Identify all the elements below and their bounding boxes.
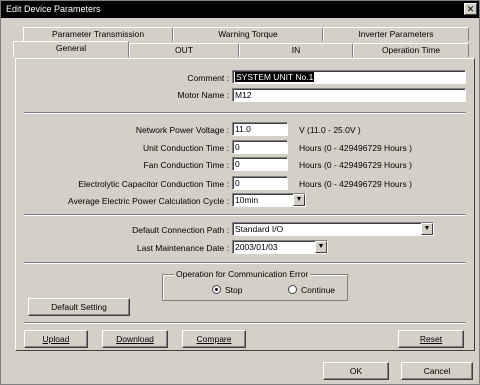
tab-warning-torque[interactable]: Warning Torque bbox=[173, 27, 323, 41]
continue-radio[interactable] bbox=[288, 285, 297, 294]
comment-label: Comment : bbox=[187, 73, 229, 83]
maintenance-date-label: Last Maintenance Date : bbox=[136, 243, 229, 253]
unit-conduction-hint: Hours (0 - 429496729 Hours ) bbox=[299, 143, 412, 153]
avg-power-cycle-value: 10min bbox=[235, 195, 259, 205]
tab-parameter-transmission[interactable]: Parameter Transmission bbox=[23, 27, 173, 41]
fan-conduction-hint: Hours (0 - 429496729 Hours ) bbox=[299, 160, 412, 170]
tab-in[interactable]: IN bbox=[239, 43, 353, 57]
capacitor-conduction-field[interactable]: 0 bbox=[232, 176, 288, 190]
comment-field[interactable]: SYSTEM UNIT No.1 bbox=[232, 70, 466, 84]
network-voltage-label: Network Power Voltage : bbox=[135, 125, 229, 135]
connection-path-value: Standard I/O bbox=[235, 224, 284, 234]
tab-out[interactable]: OUT bbox=[129, 43, 239, 57]
reset-button[interactable]: Reset bbox=[398, 330, 464, 348]
stop-radio-label[interactable]: Stop bbox=[225, 285, 243, 295]
network-voltage-hint: V (11.0 - 25.0V ) bbox=[299, 125, 361, 135]
capacitor-conduction-hint: Hours (0 - 429496729 Hours ) bbox=[299, 179, 412, 189]
connection-path-label: Default Connection Path : bbox=[132, 225, 229, 235]
cancel-button[interactable]: Cancel bbox=[401, 362, 473, 380]
chevron-down-icon[interactable]: ▼ bbox=[293, 194, 305, 206]
compare-label: Compare bbox=[196, 334, 232, 344]
edit-device-parameters-dialog: Edit Device Parameters ✕ Parameter Trans… bbox=[0, 0, 480, 385]
unit-conduction-field[interactable]: 0 bbox=[232, 140, 288, 154]
stop-radio[interactable] bbox=[212, 285, 221, 294]
general-tab-panel: Comment : SYSTEM UNIT No.1 Motor Name : … bbox=[15, 58, 475, 351]
window-title: Edit Device Parameters bbox=[6, 4, 101, 14]
title-bar: Edit Device Parameters ✕ bbox=[1, 1, 479, 18]
default-setting-label: Default Setting bbox=[51, 302, 107, 312]
fan-conduction-label: Fan Conduction Time : bbox=[143, 160, 229, 170]
comment-value: SYSTEM UNIT No.1 bbox=[235, 72, 315, 82]
fan-conduction-field[interactable]: 0 bbox=[232, 157, 288, 171]
unit-conduction-label: Unit Conduction Time : bbox=[143, 143, 229, 153]
comm-error-legend: Operation for Communication Error bbox=[174, 269, 311, 279]
tab-inverter-parameters[interactable]: Inverter Parameters bbox=[323, 27, 469, 41]
download-label: Download bbox=[116, 334, 154, 344]
avg-power-cycle-label: Average Electric Power Calculation Cycle… bbox=[68, 196, 229, 206]
maintenance-date-picker[interactable]: 2003/01/03 ▼ bbox=[232, 240, 328, 254]
tab-general[interactable]: General bbox=[13, 41, 129, 57]
chevron-down-icon[interactable]: ▼ bbox=[421, 223, 433, 235]
compare-button[interactable]: Compare bbox=[182, 330, 246, 348]
upload-label: Upload bbox=[42, 334, 70, 344]
motor-name-field[interactable]: M12 bbox=[232, 88, 466, 102]
close-icon[interactable]: ✕ bbox=[464, 3, 477, 15]
chevron-down-icon[interactable]: ▼ bbox=[315, 241, 327, 253]
continue-radio-label[interactable]: Continue bbox=[301, 285, 335, 295]
capacitor-conduction-label: Electrolytic Capacitor Conduction Time : bbox=[78, 179, 229, 189]
maintenance-date-value: 2003/01/03 bbox=[235, 242, 278, 252]
connection-path-select[interactable]: Standard I/O ▼ bbox=[232, 222, 434, 236]
separator bbox=[24, 214, 466, 216]
separator bbox=[24, 322, 466, 324]
tab-operation-time[interactable]: Operation Time bbox=[353, 43, 469, 57]
avg-power-cycle-select[interactable]: 10min ▼ bbox=[232, 193, 306, 207]
reset-label: Reset bbox=[419, 334, 443, 344]
upload-button[interactable]: Upload bbox=[24, 330, 88, 348]
download-button[interactable]: Download bbox=[102, 330, 168, 348]
motor-name-label: Motor Name : bbox=[177, 90, 230, 100]
ok-button[interactable]: OK bbox=[323, 362, 389, 380]
separator bbox=[24, 262, 466, 264]
default-setting-button[interactable]: Default Setting bbox=[28, 298, 130, 316]
network-voltage-field[interactable]: 11.0 bbox=[232, 122, 288, 136]
separator bbox=[24, 112, 466, 114]
